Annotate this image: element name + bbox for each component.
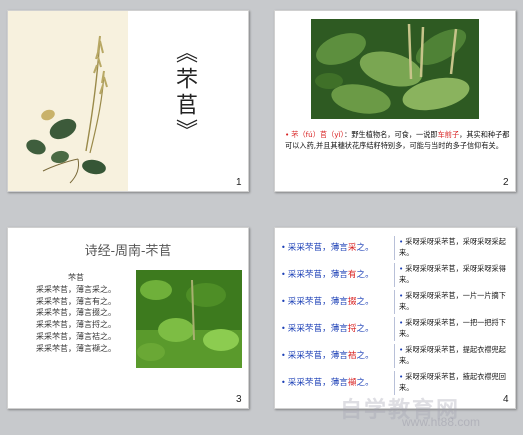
verse-end: 之。 bbox=[356, 351, 374, 361]
bullet-icon: • bbox=[399, 237, 404, 246]
verse-text: 采采芣苢，薄言 bbox=[287, 378, 348, 388]
poem-line: 采采芣苢，薄言采之。 bbox=[36, 284, 116, 294]
translation-text: 采呀采呀采芣苢，一片一片摘下来。 bbox=[399, 291, 506, 311]
bullet-icon: • bbox=[281, 324, 286, 333]
bullet-icon: • bbox=[399, 372, 404, 381]
verse-text: 采采芣苢，薄言 bbox=[287, 324, 348, 334]
bullet-icon: • bbox=[281, 351, 286, 360]
plantain-drawing-icon bbox=[26, 35, 108, 184]
divider bbox=[394, 236, 395, 260]
plantain-photo bbox=[311, 19, 479, 119]
plantain-name: 车前子 bbox=[437, 130, 460, 139]
translation-text: 采呀采呀采芣苢，一把一把捋下来。 bbox=[399, 318, 506, 338]
verse-original: • 采采芣苢，薄言捋之。 bbox=[281, 322, 393, 334]
verse-text: 采采芣苢，薄言 bbox=[287, 270, 348, 280]
bullet-icon: • bbox=[399, 345, 404, 354]
verse-original: • 采采芣苢，薄言有之。 bbox=[281, 268, 393, 280]
slide-number: 1 bbox=[236, 177, 242, 188]
plantain-illustration bbox=[8, 11, 128, 191]
verse-text: 采采芣苢，薄言 bbox=[287, 297, 348, 307]
verse-translation: • 采呀采呀采芣苢，掖起衣襟兜回来。 bbox=[399, 371, 509, 393]
verse-end: 之。 bbox=[356, 243, 374, 253]
verse-translation: • 采呀采呀采芣苢，采呀采呀采得来。 bbox=[399, 263, 509, 285]
poem-text: 芣苢 采采芣苢，薄言采之。 采采芣苢，薄言有之。 采采芣苢，薄言掇之。 采采芣苢… bbox=[20, 272, 132, 355]
verse-end: 之。 bbox=[356, 297, 374, 307]
bullet-icon: • bbox=[281, 243, 286, 252]
divider bbox=[394, 317, 395, 341]
verse-translation: • 采呀采呀采芣苢，提起衣襟兜起来。 bbox=[399, 344, 509, 366]
slide-2-thumbnail[interactable]: • 芣（fú）苢（yǐ）：野生植物名，可食，一说即车前子，其实和种子都可以入药,并… bbox=[274, 10, 516, 192]
verse-row: • 采采芣苢，薄言掇之。 • 采呀采呀采芣苢，一片一片摘下来。 bbox=[281, 290, 509, 314]
verse-row: • 采采芣苢，薄言襭之。 • 采呀采呀采芣苢，掖起衣襟兜回来。 bbox=[281, 371, 509, 395]
description-text-a: ：野生植物名，可食，一说即 bbox=[344, 130, 438, 139]
translation-text: 采呀采呀采芣苢，采呀采呀采得来。 bbox=[399, 264, 506, 284]
slide-number: 3 bbox=[236, 394, 242, 405]
translation-text: 采呀采呀采芣苢，提起衣襟兜起来。 bbox=[399, 345, 506, 365]
verse-row: • 采采芣苢，薄言有之。 • 采呀采呀采芣苢，采呀采呀采得来。 bbox=[281, 263, 509, 287]
verse-translation: • 采呀采呀采芣苢，一片一片摘下来。 bbox=[399, 290, 509, 312]
verse-end: 之。 bbox=[356, 270, 374, 280]
verse-original: • 采采芣苢，薄言襭之。 bbox=[281, 376, 393, 388]
verse-row: • 采采芣苢，薄言采之。 • 采呀采呀采芣苢，采呀采呀采起来。 bbox=[281, 236, 509, 260]
verse-verb: 有 bbox=[347, 270, 357, 280]
verse-text: 采采芣苢，薄言 bbox=[287, 351, 348, 361]
plantain-leaves-icon bbox=[311, 19, 479, 119]
slide-3-thumbnail[interactable]: 诗经-周南-芣苢 芣苢 采采芣苢，薄言采之。 采采芣苢，薄言有之。 采采芣苢，薄… bbox=[7, 227, 249, 409]
slide-4-thumbnail[interactable]: • 采采芣苢，薄言采之。 • 采呀采呀采芣苢，采呀采呀采起来。 • 采采芣苢，薄言有之… bbox=[274, 227, 516, 409]
verse-verb: 袺 bbox=[347, 351, 357, 361]
bullet-icon: • bbox=[281, 270, 286, 279]
bullet-icon: • bbox=[399, 264, 404, 273]
bullet-icon: • bbox=[285, 130, 290, 139]
verse-verb: 捋 bbox=[347, 324, 357, 334]
verse-end: 之。 bbox=[356, 378, 374, 388]
char-yi: 苢（yǐ） bbox=[319, 130, 345, 139]
verse-original: • 采采芣苢，薄言袺之。 bbox=[281, 349, 393, 361]
bullet-icon: • bbox=[281, 297, 286, 306]
poem-line: 采采芣苢，薄言襭之。 bbox=[36, 343, 116, 353]
bullet-icon: • bbox=[399, 318, 404, 327]
poem-heading: 芣苢 bbox=[68, 273, 84, 282]
verse-translation: • 采呀采呀采芣苢，一把一把捋下来。 bbox=[399, 317, 509, 339]
verse-verb: 掇 bbox=[347, 297, 357, 307]
translation-text: 采呀采呀采芣苢，采呀采呀采起来。 bbox=[399, 237, 506, 257]
slide-1-thumbnail[interactable]: 《芣苢》 1 bbox=[7, 10, 249, 192]
bullet-icon: • bbox=[281, 378, 286, 387]
divider bbox=[394, 344, 395, 368]
plantain-field-icon bbox=[136, 270, 242, 368]
slide-3-title: 诗经-周南-芣苢 bbox=[84, 244, 172, 259]
poem-line: 采采芣苢，薄言掇之。 bbox=[36, 308, 116, 318]
verse-verb: 襭 bbox=[347, 378, 357, 388]
translation-text: 采呀采呀采芣苢，掖起衣襟兜回来。 bbox=[399, 372, 506, 392]
verse-translation: • 采呀采呀采芣苢，采呀采呀采起来。 bbox=[399, 236, 509, 258]
divider bbox=[394, 290, 395, 314]
verse-original: • 采采芣苢，薄言掇之。 bbox=[281, 295, 393, 307]
verse-row: • 采采芣苢，薄言袺之。 • 采呀采呀采芣苢，提起衣襟兜起来。 bbox=[281, 344, 509, 368]
bullet-icon: • bbox=[399, 291, 404, 300]
divider bbox=[394, 371, 395, 395]
poem-line: 采采芣苢，薄言捋之。 bbox=[36, 320, 116, 330]
plantain-field-photo bbox=[136, 270, 242, 368]
slide-number: 4 bbox=[503, 394, 509, 405]
slide-1-title: 《芣苢》 bbox=[172, 41, 197, 145]
verse-verb: 采 bbox=[347, 243, 357, 253]
slide-number: 2 bbox=[503, 177, 509, 188]
poem-line: 采采芣苢，薄言袺之。 bbox=[36, 331, 116, 341]
verse-original: • 采采芣苢，薄言采之。 bbox=[281, 241, 393, 253]
verse-text: 采采芣苢，薄言 bbox=[287, 243, 348, 253]
char-fu: 芣（fú） bbox=[291, 130, 320, 139]
plant-description: • 芣（fú）苢（yǐ）：野生植物名，可食，一说即车前子，其实和种子都可以入药,并… bbox=[285, 129, 511, 151]
divider bbox=[394, 263, 395, 287]
poem-line: 采采芣苢，薄言有之。 bbox=[36, 296, 116, 306]
watermark-url: www.ht88.com bbox=[402, 415, 481, 429]
verse-end: 之。 bbox=[356, 324, 374, 334]
verse-row: • 采采芣苢，薄言捋之。 • 采呀采呀采芣苢，一把一把捋下来。 bbox=[281, 317, 509, 341]
